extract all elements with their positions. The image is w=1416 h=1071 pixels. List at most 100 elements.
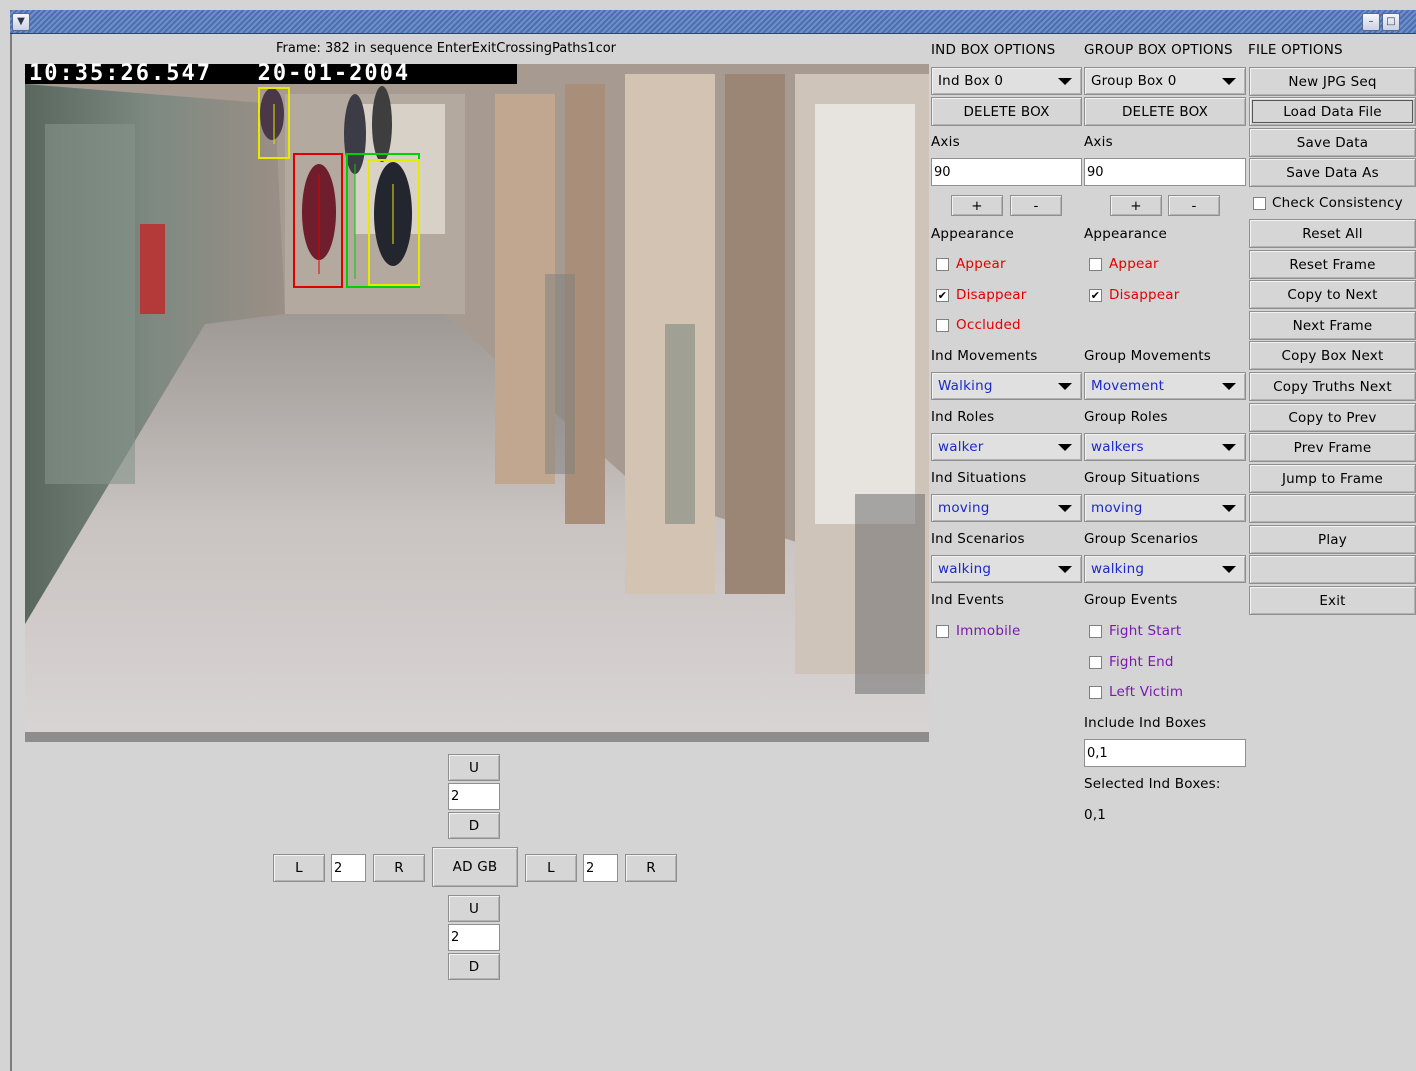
chevron-down-icon	[1222, 443, 1236, 451]
nudge-down-button[interactable]: D	[448, 953, 500, 980]
nudge-right-step-input[interactable]	[583, 854, 618, 882]
ind-box-options-header: IND BOX OPTIONS	[931, 42, 1056, 58]
group-movements-select[interactable]: Movement	[1084, 372, 1246, 400]
blank-button[interactable]	[1249, 494, 1416, 523]
ind-box-select[interactable]: Ind Box 0	[931, 67, 1082, 95]
nudge-right-button[interactable]: R	[625, 854, 677, 882]
group-roles-select[interactable]: walkers	[1084, 433, 1246, 461]
group-fight-start-checkbox[interactable]: Fight Start	[1089, 623, 1181, 639]
ind-events-label: Ind Events	[931, 592, 1005, 608]
add-group-box-button[interactable]: AD GB	[432, 847, 518, 887]
nudge-bottom-step-input[interactable]	[448, 924, 500, 951]
group-axis-input[interactable]	[1084, 158, 1246, 186]
group-box-options-header: GROUP BOX OPTIONS	[1084, 42, 1233, 58]
checkmark-icon: ✔	[1089, 288, 1102, 302]
group-movements-label: Group Movements	[1084, 348, 1211, 364]
group-axis-plus-button[interactable]: +	[1110, 195, 1162, 216]
checkbox-icon	[936, 624, 949, 638]
ind-movements-select[interactable]: Walking	[931, 372, 1082, 400]
new-jpg-seq-button[interactable]: New JPG Seq	[1249, 67, 1416, 96]
save-data-button[interactable]: Save Data	[1249, 128, 1416, 157]
copy-box-next-button[interactable]: Copy Box Next	[1249, 341, 1416, 370]
ind-scenarios-label: Ind Scenarios	[931, 531, 1025, 547]
ind-box-select-value: Ind Box 0	[938, 73, 1004, 89]
reset-all-button[interactable]: Reset All	[1249, 219, 1416, 248]
checkbox-icon	[1089, 655, 1102, 669]
reset-frame-button[interactable]: Reset Frame	[1249, 250, 1416, 279]
chevron-down-icon	[1222, 504, 1236, 512]
nudge-left-button[interactable]: L	[525, 854, 577, 882]
file-options-header: FILE OPTIONS	[1248, 42, 1343, 58]
group-selected-label: Selected Ind Boxes:	[1084, 776, 1221, 792]
group-appear-label: Appear	[1109, 256, 1159, 272]
play-button[interactable]: Play	[1249, 525, 1416, 554]
checkmark-icon: ✔	[936, 288, 949, 302]
window-border	[10, 34, 12, 1071]
ind-axis-plus-button[interactable]: +	[951, 195, 1003, 216]
group-include-label: Include Ind Boxes	[1084, 715, 1207, 731]
jump-to-frame-button[interactable]: Jump to Frame	[1249, 464, 1416, 493]
ind-appear-checkbox[interactable]: Appear	[936, 256, 1006, 272]
prev-frame-button[interactable]: Prev Frame	[1249, 433, 1416, 462]
ind-occluded-checkbox[interactable]: Occluded	[936, 317, 1021, 333]
check-consistency-checkbox[interactable]: Check Consistency	[1253, 195, 1403, 211]
ind-roles-select[interactable]: walker	[931, 433, 1082, 461]
group-selected-value: 0,1	[1084, 807, 1107, 823]
group-include-input[interactable]	[1084, 739, 1246, 767]
ind-scenarios-select[interactable]: walking	[931, 555, 1082, 583]
chevron-down-icon	[1222, 77, 1236, 85]
video-frame[interactable]	[25, 64, 929, 742]
nudge-down-button[interactable]: D	[448, 812, 500, 839]
group-roles-label: Group Roles	[1084, 409, 1168, 425]
nudge-left-step-input[interactable]	[331, 854, 366, 882]
group-left-victim-label: Left Victim	[1109, 684, 1184, 700]
group-box-select[interactable]: Group Box 0	[1084, 67, 1246, 95]
ind-immobile-checkbox[interactable]: Immobile	[936, 623, 1021, 639]
chevron-down-icon	[1058, 565, 1072, 573]
save-data-as-button[interactable]: Save Data As	[1249, 158, 1416, 187]
check-consistency-label: Check Consistency	[1272, 195, 1403, 211]
copy-truths-next-button[interactable]: Copy Truths Next	[1249, 372, 1416, 401]
maximize-icon[interactable]: □	[1382, 13, 1400, 31]
load-data-file-button[interactable]: Load Data File	[1249, 97, 1416, 126]
chevron-down-icon	[1058, 382, 1072, 390]
blank-button[interactable]	[1249, 555, 1416, 584]
window-titlebar[interactable]: ▼ – □	[10, 10, 1416, 34]
chevron-down-icon	[1222, 382, 1236, 390]
group-scenarios-select[interactable]: walking	[1084, 555, 1246, 583]
group-axis-minus-button[interactable]: -	[1168, 195, 1220, 216]
ind-delete-box-button[interactable]: DELETE BOX	[931, 97, 1082, 126]
nudge-left-button[interactable]: L	[273, 854, 325, 882]
nudge-right-button[interactable]: R	[373, 854, 425, 882]
group-disappear-checkbox[interactable]: ✔ Disappear	[1089, 287, 1180, 303]
nudge-up-button[interactable]: U	[448, 895, 500, 922]
copy-to-prev-button[interactable]: Copy to Prev	[1249, 403, 1416, 432]
group-movements-value: Movement	[1091, 378, 1165, 394]
group-situations-select[interactable]: moving	[1084, 494, 1246, 522]
ind-roles-value: walker	[938, 439, 984, 455]
ind-disappear-checkbox[interactable]: ✔ Disappear	[936, 287, 1027, 303]
chevron-down-icon[interactable]: ▼	[12, 13, 30, 31]
ind-immobile-label: Immobile	[956, 623, 1021, 639]
ind-appear-label: Appear	[956, 256, 1006, 272]
group-left-victim-checkbox[interactable]: Left Victim	[1089, 684, 1183, 700]
exit-button[interactable]: Exit	[1249, 586, 1416, 615]
copy-to-next-button[interactable]: Copy to Next	[1249, 280, 1416, 309]
checkbox-icon	[1253, 196, 1266, 210]
chevron-down-icon	[1058, 443, 1072, 451]
nudge-up-button[interactable]: U	[448, 754, 500, 781]
group-fight-end-checkbox[interactable]: Fight End	[1089, 654, 1174, 670]
group-axis-label: Axis	[1084, 134, 1113, 150]
ind-axis-minus-button[interactable]: -	[1010, 195, 1062, 216]
group-delete-box-button[interactable]: DELETE BOX	[1084, 97, 1246, 126]
chevron-down-icon	[1058, 77, 1072, 85]
next-frame-button[interactable]: Next Frame	[1249, 311, 1416, 340]
ind-appearance-label: Appearance	[931, 226, 1015, 242]
nudge-top-step-input[interactable]	[448, 783, 500, 810]
ind-axis-input[interactable]	[931, 158, 1082, 186]
group-disappear-label: Disappear	[1109, 287, 1180, 303]
minimize-icon[interactable]: –	[1362, 13, 1380, 31]
group-box-select-value: Group Box 0	[1091, 73, 1177, 89]
group-appear-checkbox[interactable]: Appear	[1089, 256, 1159, 272]
ind-situations-select[interactable]: moving	[931, 494, 1082, 522]
